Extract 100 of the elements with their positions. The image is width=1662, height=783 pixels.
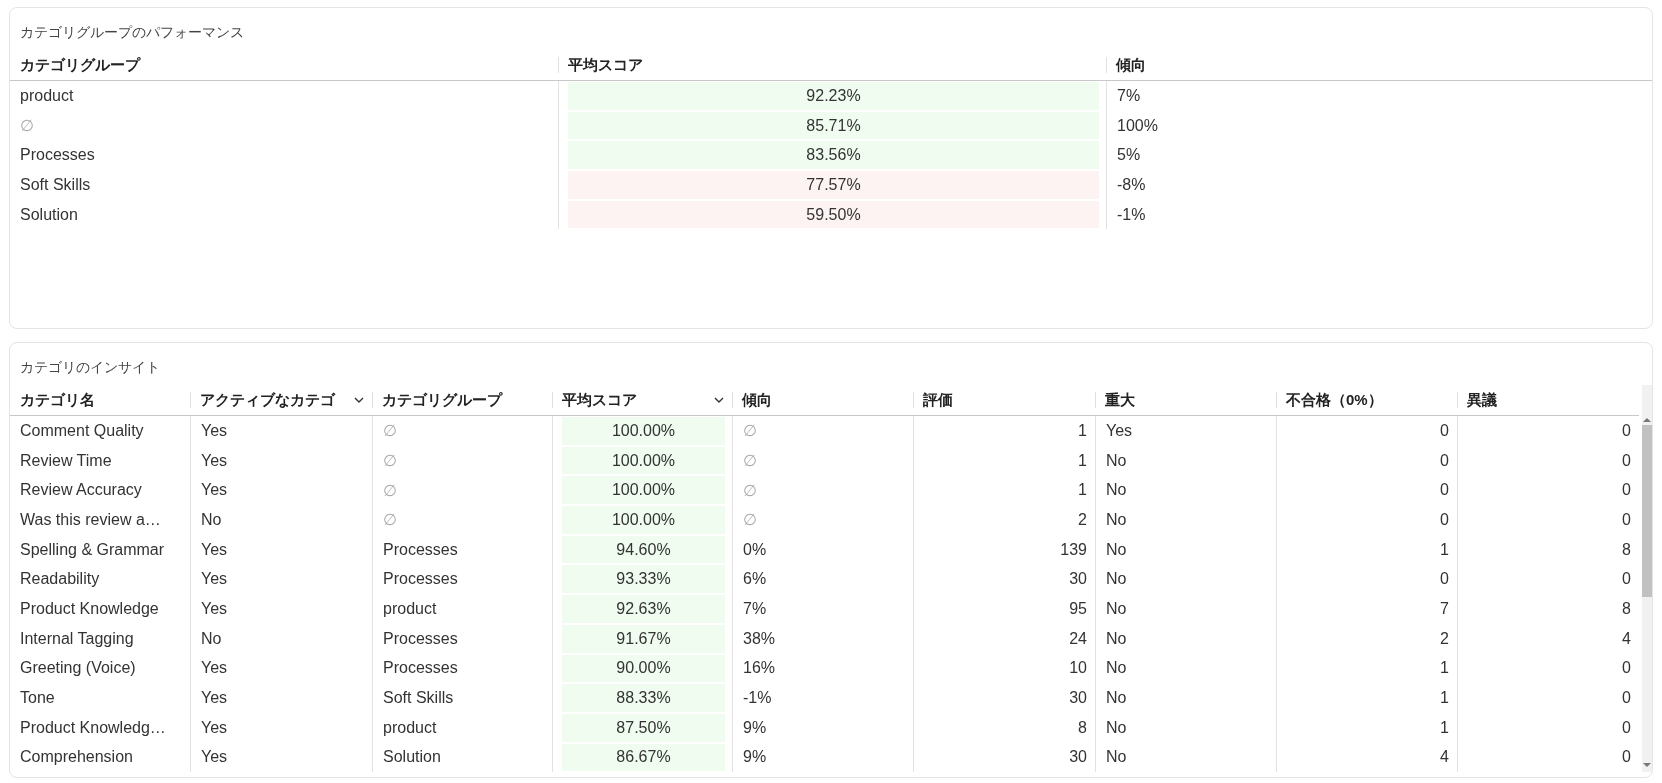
table-cell-text: Greeting (Voice): [19, 658, 137, 679]
table-cell-text: Review Time: [19, 450, 113, 471]
score-cell: 86.67%: [562, 743, 725, 772]
scroll-down-icon[interactable]: [1643, 762, 1651, 769]
table-cell: 8: [1457, 594, 1639, 624]
table-cell: No: [1095, 594, 1276, 624]
table-cell: 0: [1457, 475, 1639, 506]
table-cell: ∅: [372, 505, 552, 535]
column-header[interactable]: アクティブなカテゴ: [190, 385, 372, 416]
table-cell-text: Product Knowledge: [19, 598, 160, 619]
table-cell: No: [1095, 623, 1276, 654]
column-header[interactable]: 異議: [1457, 385, 1639, 416]
table-cell: Yes: [190, 416, 372, 446]
table-cell: Yes: [190, 742, 372, 773]
table-cell: Solution: [372, 742, 552, 773]
score-cell: 100.00%: [562, 476, 725, 505]
table-cell: No: [1095, 564, 1276, 595]
chevron-down-icon[interactable]: [714, 396, 724, 404]
score-cell: 92.63%: [562, 595, 725, 623]
column-header[interactable]: カテゴリグループ: [372, 385, 552, 416]
table-cell: ∅: [732, 445, 913, 476]
table-cell: Yes: [190, 564, 372, 595]
table-cell-text: Was this review a…: [19, 509, 162, 530]
table-cell: 10: [913, 653, 1095, 684]
column-header[interactable]: カテゴリ名: [10, 385, 190, 416]
table-cell: 30: [913, 683, 1095, 713]
table-cell: 0: [1457, 564, 1639, 595]
table-cell: 0: [1276, 505, 1457, 535]
table-cell-text: Internal Tagging: [19, 628, 135, 649]
table-cell: No: [1095, 505, 1276, 535]
table-cell-text: Soft Skills: [19, 174, 92, 195]
table-cell: ∅: [372, 445, 552, 476]
table-cell: 0: [1457, 712, 1639, 743]
table-cell: No: [1095, 475, 1276, 506]
table-cell: 0: [1276, 564, 1457, 595]
score-cell: 91.67%: [562, 624, 725, 653]
table-cell: 9%: [732, 712, 913, 743]
table-cell: 6%: [732, 564, 913, 595]
table-cell: 5%: [1106, 140, 1652, 171]
table-cell: -8%: [1106, 170, 1652, 200]
table-cell: No: [1095, 653, 1276, 684]
scrollbar-thumb[interactable]: [1642, 425, 1652, 597]
table-cell: Yes: [190, 712, 372, 743]
column-header[interactable]: 重大: [1095, 385, 1276, 416]
table-cell: 1: [1276, 683, 1457, 713]
table-cell: 0: [1457, 505, 1639, 535]
column-header[interactable]: 傾向: [1106, 50, 1652, 81]
column-header[interactable]: カテゴリグループ: [10, 50, 558, 81]
column-header[interactable]: 平均スコア: [558, 50, 1106, 81]
table-cell: Processes: [372, 653, 552, 684]
table-cell: 1: [913, 475, 1095, 506]
table-cell-text: Spelling & Grammar: [19, 539, 166, 560]
table-cell: Yes: [190, 653, 372, 684]
table-cell: 0: [1276, 475, 1457, 506]
table-cell: 0: [1457, 653, 1639, 684]
table-cell: Yes: [190, 534, 372, 565]
table-cell: No: [190, 623, 372, 654]
table-cell: 0%: [732, 534, 913, 565]
scrollbar[interactable]: [1642, 385, 1652, 773]
table-cell: 0: [1457, 416, 1639, 446]
column-header[interactable]: 傾向: [732, 385, 913, 416]
table-cell: 1: [913, 445, 1095, 476]
table-cell: Yes: [190, 445, 372, 476]
table-cell: 2: [1276, 623, 1457, 654]
table-cell: No: [1095, 445, 1276, 476]
score-cell: 87.50%: [562, 713, 725, 742]
table-cell: product: [372, 594, 552, 624]
panel-title: カテゴリグループのパフォーマンス: [19, 23, 245, 42]
table-cell: Yes: [190, 475, 372, 506]
table-cell: 8: [913, 712, 1095, 743]
table-cell: 9%: [732, 742, 913, 773]
table-cell-text: Readability: [19, 569, 101, 590]
score-cell: 94.60%: [562, 535, 725, 564]
scroll-up-icon[interactable]: [1643, 417, 1651, 423]
table-cell-text: Product Knowledg…: [19, 717, 167, 738]
score-cell: 59.50%: [568, 200, 1099, 229]
table-cell: 1: [913, 416, 1095, 446]
table-cell: -1%: [732, 683, 913, 713]
table-cell: No: [190, 505, 372, 535]
score-cell: 93.33%: [562, 565, 725, 594]
column-header[interactable]: 不合格（0%）: [1276, 385, 1457, 416]
table-cell: -1%: [1106, 199, 1652, 230]
table-cell: 7%: [1106, 81, 1652, 111]
table-cell: 38%: [732, 623, 913, 654]
table-cell: Processes: [372, 623, 552, 654]
table-cell: ∅: [732, 416, 913, 446]
column-header[interactable]: 平均スコア: [552, 385, 732, 416]
table-cell: 30: [913, 742, 1095, 773]
table-cell-text: Review Accuracy: [19, 480, 143, 501]
table-cell-text: Tone: [19, 688, 56, 709]
table-cell: 7: [1276, 594, 1457, 624]
panel-title: カテゴリのインサイト: [19, 358, 161, 377]
score-cell: 83.56%: [568, 141, 1099, 170]
chevron-down-icon[interactable]: [354, 396, 364, 404]
table-cell: Yes: [1095, 416, 1276, 446]
table-cell: ∅: [732, 505, 913, 535]
column-header[interactable]: 評価: [913, 385, 1095, 416]
table-cell: 8: [1457, 534, 1639, 565]
score-cell: 77.57%: [568, 171, 1099, 199]
score-cell: 100.00%: [562, 506, 725, 534]
